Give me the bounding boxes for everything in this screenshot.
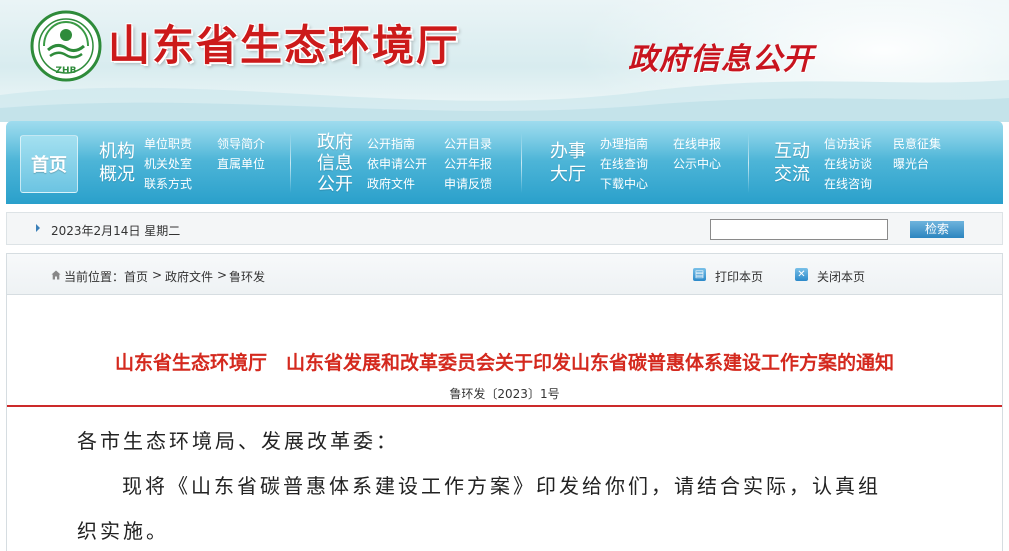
info-bar: 2023年2月14日 星期二 检索: [6, 212, 1003, 245]
nav-divider: [290, 133, 291, 193]
main-nav: 首页 机构 概况 单位职责 领导简介 机关处室 直属单位 联系方式 政府 信息 …: [6, 121, 1003, 204]
nav-group-title-line: 信息: [317, 153, 353, 174]
nav-group-title-line: 办事: [550, 141, 586, 162]
nav-group-title-line: 交流: [774, 164, 810, 185]
nav-group-title-line: 大厅: [550, 164, 586, 185]
nav-link-public-opinion[interactable]: 民意征集: [893, 137, 941, 151]
close-page-link[interactable]: 关闭本页: [817, 268, 865, 285]
article-body-line: 织实施。: [77, 519, 169, 543]
nav-divider: [748, 133, 749, 193]
nav-link-annual-report[interactable]: 公开年报: [444, 157, 492, 171]
search-input[interactable]: [710, 219, 888, 240]
close-icon[interactable]: ✕: [795, 268, 808, 281]
breadcrumb-separator: >: [152, 268, 163, 282]
print-icon[interactable]: ▤: [693, 268, 706, 281]
nav-group-title-line: 机构: [99, 141, 135, 162]
breadcrumb-gov-documents[interactable]: 政府文件: [165, 268, 213, 285]
nav-group-title-line: 政府: [317, 132, 353, 153]
panel-header: 当前位置： 首页 > 政府文件 > 鲁环发 ▤ 打印本页 ✕ 关闭本页: [7, 254, 1002, 295]
article-body-line: 现将《山东省碳普惠体系建设工作方案》印发给你们，请结合实际，认真组: [122, 474, 881, 498]
nav-link-disclosure-catalog[interactable]: 公开目录: [444, 137, 492, 151]
nav-home-button[interactable]: 首页: [20, 135, 78, 193]
print-page-link[interactable]: 打印本页: [715, 268, 763, 285]
logo-text: ZHB: [56, 66, 77, 76]
nav-link-service-guide[interactable]: 办理指南: [600, 137, 648, 151]
breadcrumb-home[interactable]: 首页: [124, 268, 148, 285]
nav-link-departments[interactable]: 机关处室: [144, 157, 192, 171]
breadcrumb-current[interactable]: 鲁环发: [229, 268, 265, 285]
nav-divider: [521, 133, 522, 193]
nav-group-title-disclosure[interactable]: 政府 信息 公开: [317, 132, 353, 195]
breadcrumb-prefix: 当前位置：: [64, 270, 125, 284]
nav-link-public-notice[interactable]: 公示中心: [673, 157, 721, 171]
nav-link-exposure[interactable]: 曝光台: [893, 157, 929, 171]
article-salutation: 各市生态环境局、发展改革委：: [77, 429, 399, 453]
home-icon: [51, 270, 61, 280]
nav-group-title-org[interactable]: 机构 概况: [99, 140, 135, 186]
nav-link-request-feedback[interactable]: 申请反馈: [444, 177, 492, 191]
nav-link-online-apply[interactable]: 在线申报: [673, 137, 721, 151]
nav-link-online-consult[interactable]: 在线咨询: [824, 177, 872, 191]
nav-group-title-service-hall[interactable]: 办事 大厅: [550, 140, 586, 186]
search-button[interactable]: 检索: [910, 221, 964, 238]
article-panel: 当前位置： 首页 > 政府文件 > 鲁环发 ▤ 打印本页 ✕ 关闭本页 山东省生…: [6, 253, 1003, 551]
nav-group-title-line: 概况: [99, 164, 135, 185]
nav-group-title-interaction[interactable]: 互动 交流: [774, 140, 810, 186]
nav-link-affiliated-units[interactable]: 直属单位: [217, 157, 265, 171]
nav-link-petition[interactable]: 信访投诉: [824, 137, 872, 151]
logo-icon: ZHB: [30, 10, 102, 82]
arrow-right-icon: [36, 224, 40, 232]
nav-link-leaders[interactable]: 领导简介: [217, 137, 265, 151]
nav-link-online-query[interactable]: 在线查询: [600, 157, 648, 171]
nav-link-downloads[interactable]: 下载中心: [600, 177, 648, 191]
site-title: 山东省生态环境厅: [108, 21, 461, 70]
breadcrumb-separator: >: [217, 268, 228, 282]
nav-link-apply-disclosure[interactable]: 依申请公开: [367, 157, 427, 171]
nav-link-gov-documents[interactable]: 政府文件: [367, 177, 415, 191]
title-divider: [7, 405, 1002, 407]
site-banner: ZHB 山东省生态环境厅 政府信息公开: [0, 0, 1009, 122]
site-subtitle: 政府信息公开: [628, 42, 814, 77]
document-number: 鲁环发〔2023〕1号: [449, 387, 560, 401]
nav-link-disclosure-guide[interactable]: 公开指南: [367, 137, 415, 151]
article-title: 山东省生态环境厅 山东省发展和改革委员会关于印发山东省碳普惠体系建设工作方案的通…: [114, 352, 894, 374]
nav-group-title-line: 公开: [317, 174, 353, 195]
nav-link-online-interview[interactable]: 在线访谈: [824, 157, 872, 171]
nav-link-contact[interactable]: 联系方式: [144, 177, 192, 191]
nav-group-title-line: 互动: [774, 141, 810, 162]
nav-link-unit-duties[interactable]: 单位职责: [144, 137, 192, 151]
current-date: 2023年2月14日 星期二: [51, 224, 181, 238]
